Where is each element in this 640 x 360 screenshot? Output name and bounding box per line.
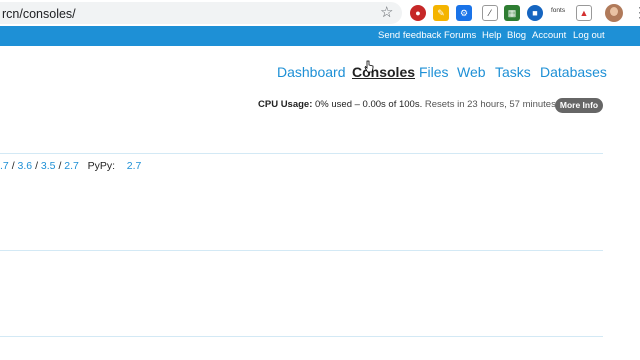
- more-info-button[interactable]: More Info: [555, 98, 603, 113]
- browser-toolbar: rcn/consoles/ ☆ ● ✎ ⚙ ⁄ ▦ ■ fonts ▲ ⋮: [0, 0, 640, 26]
- divider: [0, 336, 603, 337]
- pypy-version-link[interactable]: 2.7: [127, 160, 142, 172]
- profile-avatar[interactable]: [605, 4, 623, 22]
- version-separator: /: [58, 160, 62, 172]
- address-bar[interactable]: rcn/consoles/ ☆: [0, 2, 402, 24]
- account-link[interactable]: Account: [532, 30, 566, 41]
- nav-consoles[interactable]: Consoles: [352, 64, 415, 80]
- python-version-link[interactable]: 2.7: [64, 160, 79, 172]
- cpu-usage: CPU Usage: 0% used – 0.00s of 100s. Rese…: [258, 99, 556, 110]
- blog-link[interactable]: Blog: [507, 30, 526, 41]
- gear-extension-icon[interactable]: ⚙: [456, 5, 472, 21]
- python-version-link[interactable]: 3.5: [41, 160, 56, 172]
- nav-dashboard[interactable]: Dashboard: [277, 64, 346, 80]
- python-version-link[interactable]: .7: [0, 160, 9, 172]
- send-feedback-link[interactable]: Send feedback: [378, 30, 441, 41]
- eyedropper-extension-icon[interactable]: ⁄: [482, 5, 498, 21]
- image-extension-icon[interactable]: ▲: [576, 5, 592, 21]
- nav-databases[interactable]: Databases: [540, 64, 607, 80]
- nav-files[interactable]: Files: [419, 64, 449, 80]
- log-out-link[interactable]: Log out: [573, 30, 605, 41]
- cpu-usage-label: CPU Usage:: [258, 99, 313, 110]
- python-version-link[interactable]: 3.6: [18, 160, 33, 172]
- top-bar: Send feedback Forums Help Blog Account L…: [0, 26, 640, 46]
- hand-cursor-icon: [364, 60, 374, 73]
- help-link[interactable]: Help: [482, 30, 502, 41]
- adblock-extension-icon[interactable]: ●: [410, 5, 426, 21]
- grid-extension-icon[interactable]: ▦: [504, 5, 520, 21]
- browser-menu-icon[interactable]: ⋮: [633, 5, 640, 19]
- version-separator: /: [11, 160, 15, 172]
- divider: [0, 250, 603, 251]
- cpu-reset-text: Resets in 23 hours, 57 minutes: [424, 99, 556, 110]
- cpu-usage-value: 0% used – 0.00s of 100s.: [315, 99, 423, 110]
- nav-tasks[interactable]: Tasks: [495, 64, 531, 80]
- pypy-label: PyPy:: [87, 160, 116, 172]
- fonts-extension-icon[interactable]: fonts: [551, 7, 565, 14]
- version-separator: /: [35, 160, 38, 172]
- console-versions: .7 / 3.6 / 3.5 / 2.7 PyPy: 2.7: [0, 160, 141, 172]
- camera-extension-icon[interactable]: ■: [527, 5, 543, 21]
- url-text[interactable]: rcn/consoles/: [2, 7, 76, 21]
- divider: [0, 153, 603, 154]
- nav-web[interactable]: Web: [457, 64, 486, 80]
- pencil-extension-icon[interactable]: ✎: [433, 5, 449, 21]
- forums-link[interactable]: Forums: [444, 30, 476, 41]
- bookmark-star-icon[interactable]: ☆: [380, 5, 393, 21]
